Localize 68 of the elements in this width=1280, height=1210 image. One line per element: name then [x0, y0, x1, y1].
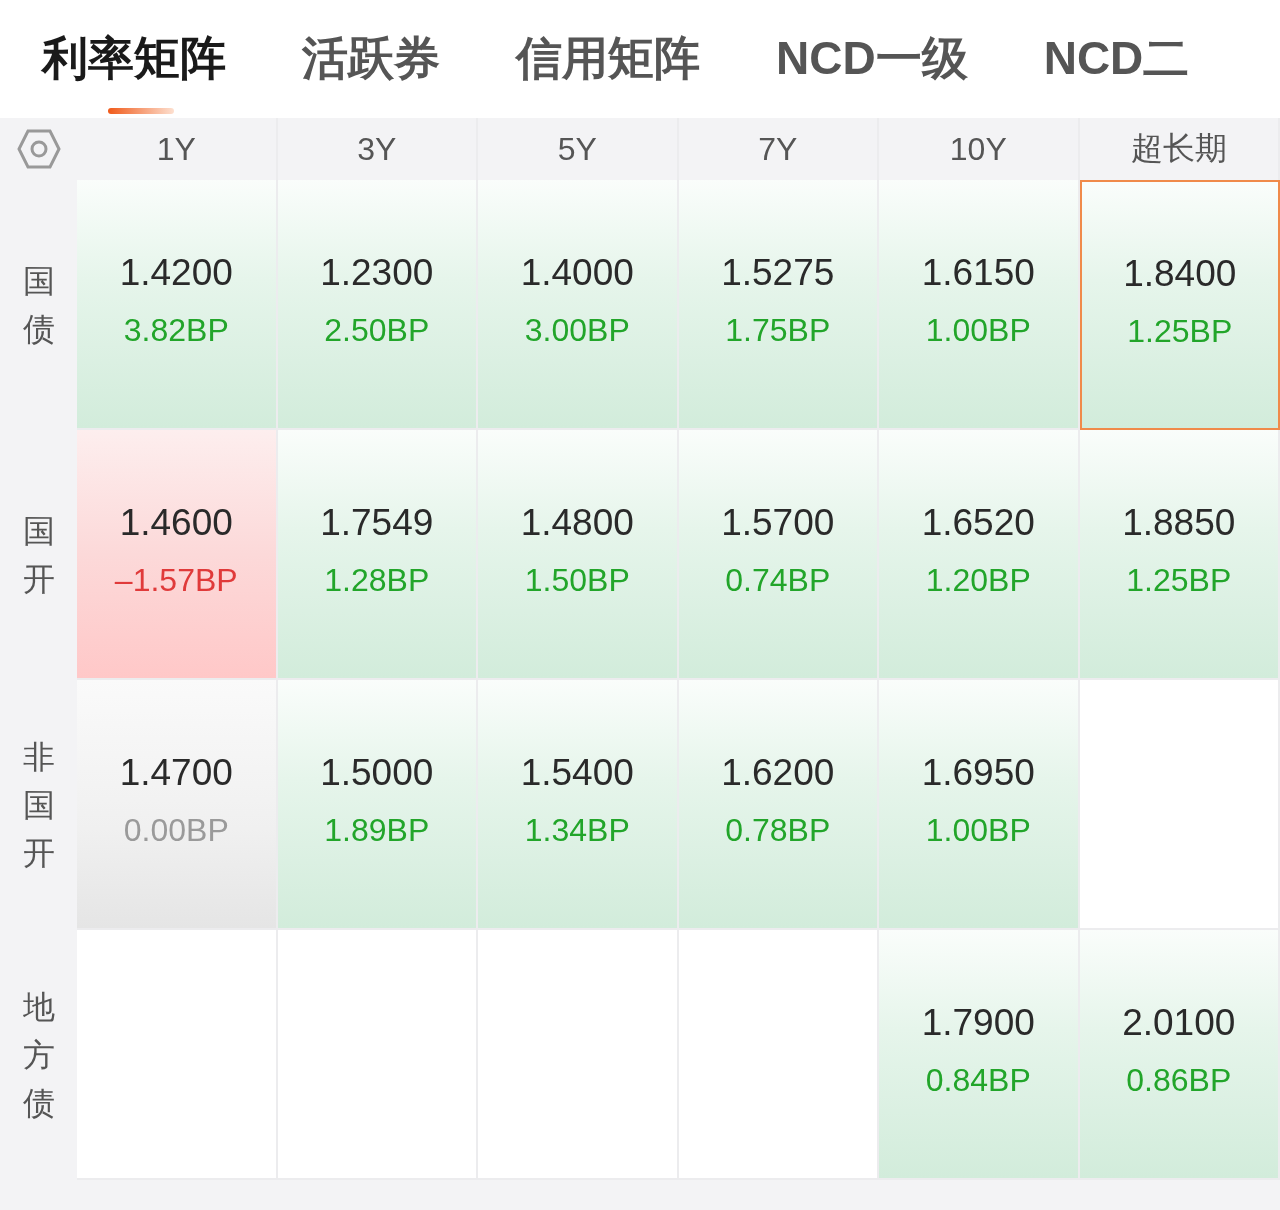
rate-cell[interactable]: 1.4700 0.00BP	[77, 680, 278, 930]
change-value: 1.89BP	[324, 811, 430, 849]
rate-cell[interactable]: 1.8400 1.25BP	[1079, 180, 1280, 430]
rate-cell[interactable]: 1.4200 3.82BP	[77, 180, 278, 430]
tab[interactable]: 利率矩阵	[42, 0, 226, 118]
row-label: 非国开	[22, 738, 55, 873]
tab[interactable]: NCD一级	[776, 0, 968, 118]
rate-cell[interactable]: 1.4000 3.00BP	[478, 180, 679, 430]
rate-cell[interactable]: 1.2300 2.50BP	[277, 180, 478, 430]
change-value: 3.82BP	[123, 311, 229, 349]
rate-cell[interactable]: 1.5400 1.34BP	[478, 680, 679, 930]
yield-value: 1.6520	[921, 501, 1035, 544]
change-value: 1.20BP	[925, 561, 1031, 599]
rate-cell[interactable]: 1.5275 1.75BP	[678, 180, 879, 430]
yield-value: 1.8850	[1122, 501, 1236, 544]
yield-value: 1.5400	[520, 751, 634, 794]
yield-value: 1.4800	[520, 501, 634, 544]
change-value: 0.00BP	[123, 811, 229, 849]
yield-value: 1.8400	[1123, 252, 1237, 295]
rate-cell[interactable]: 1.6150 1.00BP	[879, 180, 1080, 430]
rate-cell[interactable]: 1.6950 1.00BP	[879, 680, 1080, 930]
change-value: 1.75BP	[725, 311, 831, 349]
tab-indicator	[108, 108, 174, 114]
row-label: 国开	[22, 512, 55, 599]
yield-value: 1.7549	[320, 501, 434, 544]
rate-cell[interactable]: 1.5000 1.89BP	[277, 680, 478, 930]
yield-value: 1.5000	[320, 751, 434, 794]
yield-value: 1.2300	[320, 251, 434, 294]
rate-cell[interactable]: 1.4800 1.50BP	[478, 430, 679, 680]
tab[interactable]: 活跃券	[302, 0, 440, 118]
rate-cell[interactable]: 1.4600 –1.57BP	[77, 430, 278, 680]
change-value: 0.86BP	[1126, 1061, 1232, 1099]
yield-value: 1.4000	[520, 251, 634, 294]
yield-value: 1.4700	[119, 751, 233, 794]
rate-cell[interactable]: 1.6200 0.78BP	[678, 680, 879, 930]
tab[interactable]: NCD二	[1043, 0, 1190, 118]
change-value: 1.25BP	[1127, 312, 1233, 350]
settings-icon[interactable]	[16, 129, 61, 169]
change-value: 1.25BP	[1126, 561, 1232, 599]
yield-value: 1.6150	[921, 251, 1035, 294]
rate-cell[interactable]: 1.5700 0.74BP	[678, 430, 879, 680]
yield-value: 1.6200	[721, 751, 835, 794]
rate-cell[interactable]: 1.6520 1.20BP	[879, 430, 1080, 680]
rate-cell[interactable]: 1.7549 1.28BP	[277, 430, 478, 680]
change-value: 1.28BP	[324, 561, 430, 599]
yield-value: 1.5275	[721, 251, 835, 294]
change-value: 1.50BP	[524, 561, 630, 599]
rate-cell[interactable]: 2.0100 0.86BP	[1079, 930, 1280, 1180]
yield-value: 1.6950	[921, 751, 1035, 794]
change-value: 2.50BP	[324, 311, 430, 349]
change-value: 3.00BP	[524, 311, 630, 349]
change-value: 1.00BP	[925, 811, 1031, 849]
rate-cell[interactable]: 1.7900 0.84BP	[879, 930, 1080, 1180]
yield-value: 1.7900	[921, 1001, 1035, 1044]
yield-value: 1.5700	[721, 501, 835, 544]
row-label: 国债	[22, 262, 55, 349]
row-label: 地方债	[22, 988, 55, 1123]
change-value: 1.34BP	[524, 811, 630, 849]
change-value: 1.00BP	[925, 311, 1031, 349]
tab[interactable]: 信用矩阵	[516, 0, 700, 118]
rate-cell[interactable]: 1.8850 1.25BP	[1079, 430, 1280, 680]
yield-value: 1.4600	[119, 501, 233, 544]
change-value: 0.78BP	[725, 811, 831, 849]
change-value: 0.84BP	[925, 1061, 1031, 1099]
change-value: 0.74BP	[725, 561, 831, 599]
yield-value: 1.4200	[119, 251, 233, 294]
yield-value: 2.0100	[1122, 1001, 1236, 1044]
change-value: –1.57BP	[114, 561, 238, 599]
